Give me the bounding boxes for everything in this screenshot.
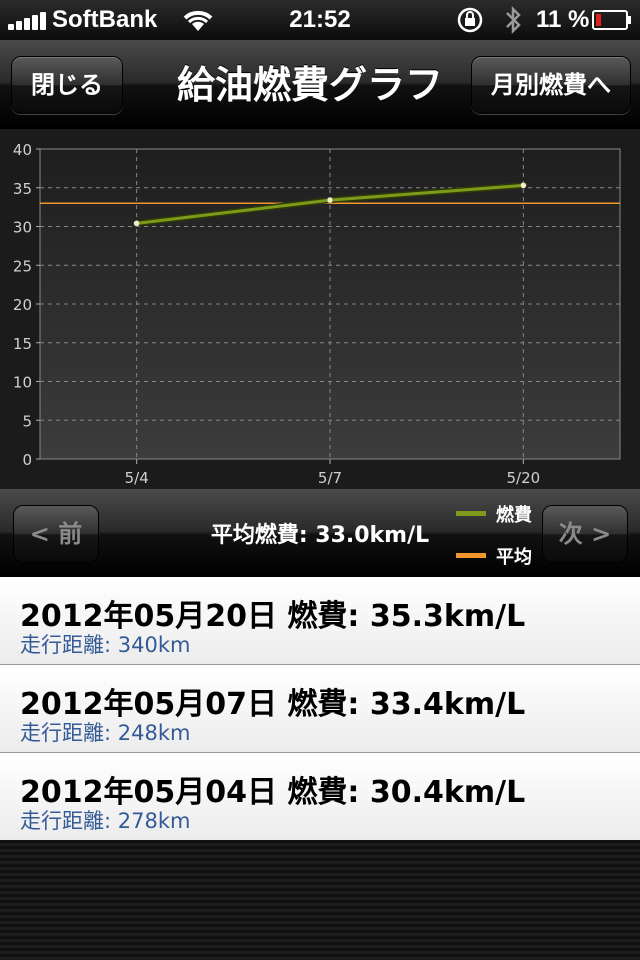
y-tick-label: 5 — [22, 412, 32, 430]
navigation-bar: 閉じる 給油燃費グラフ 月別燃費へ — [0, 40, 640, 129]
list-item[interactable]: 2012年05月07日 燃費: 33.4km/L 走行距離: 248km — [0, 665, 640, 753]
y-tick-label: 40 — [13, 141, 32, 159]
record-distance: 走行距離: 278km — [20, 809, 191, 833]
rotation-lock-icon — [457, 7, 483, 33]
status-bar: SoftBank 21:52 11 % — [0, 0, 640, 40]
battery-icon — [592, 10, 631, 30]
legend-fuel-label: 燃費 — [496, 505, 532, 526]
y-tick-label: 35 — [13, 180, 32, 198]
average-bar: < 前 平均燃費: 33.0km/L 燃費 平均 次 > — [0, 489, 640, 577]
record-distance: 走行距離: 340km — [20, 633, 191, 657]
x-tick-label: 5/7 — [318, 469, 342, 487]
close-button[interactable]: 閉じる — [11, 56, 123, 114]
y-tick-label: 30 — [13, 219, 32, 237]
previous-button[interactable]: < 前 — [13, 505, 99, 563]
legend-average-label: 平均 — [496, 547, 532, 568]
y-tick-label: 20 — [13, 296, 32, 314]
empty-background — [0, 840, 640, 960]
data-point — [326, 196, 334, 204]
y-tick-label: 0 — [22, 451, 32, 469]
y-tick-label: 10 — [13, 374, 32, 392]
battery-percent: 11 % — [536, 6, 590, 33]
chart-svg: 0 5 10 15 20 25 30 35 40 5/4 5/7 5/20 — [13, 141, 621, 487]
monthly-fuel-economy-button[interactable]: 月別燃費へ — [471, 56, 631, 114]
legend-fuel-swatch — [456, 511, 486, 516]
average-fuel-economy: 平均燃費: 33.0km/L — [210, 523, 430, 548]
fuel-economy-chart: 0 5 10 15 20 25 30 35 40 5/4 5/7 5/20 — [0, 129, 640, 489]
x-tick-label: 5/4 — [125, 469, 149, 487]
page-title: 給油燃費グラフ — [176, 63, 443, 107]
bluetooth-icon — [506, 5, 521, 35]
list-item[interactable]: 2012年05月04日 燃費: 30.4km/L 走行距離: 278km — [0, 753, 640, 841]
data-point — [133, 220, 140, 227]
y-tick-label: 15 — [13, 335, 32, 353]
y-tick-label: 25 — [13, 257, 32, 275]
next-button[interactable]: 次 > — [542, 505, 628, 563]
record-distance: 走行距離: 248km — [20, 721, 191, 745]
refuel-record-list: 2012年05月20日 燃費: 35.3km/L 走行距離: 340km 201… — [0, 577, 640, 841]
x-tick-label: 5/20 — [506, 469, 540, 487]
legend-average-swatch — [456, 553, 486, 558]
data-point — [520, 182, 527, 189]
list-item[interactable]: 2012年05月20日 燃費: 35.3km/L 走行距離: 340km — [0, 577, 640, 665]
